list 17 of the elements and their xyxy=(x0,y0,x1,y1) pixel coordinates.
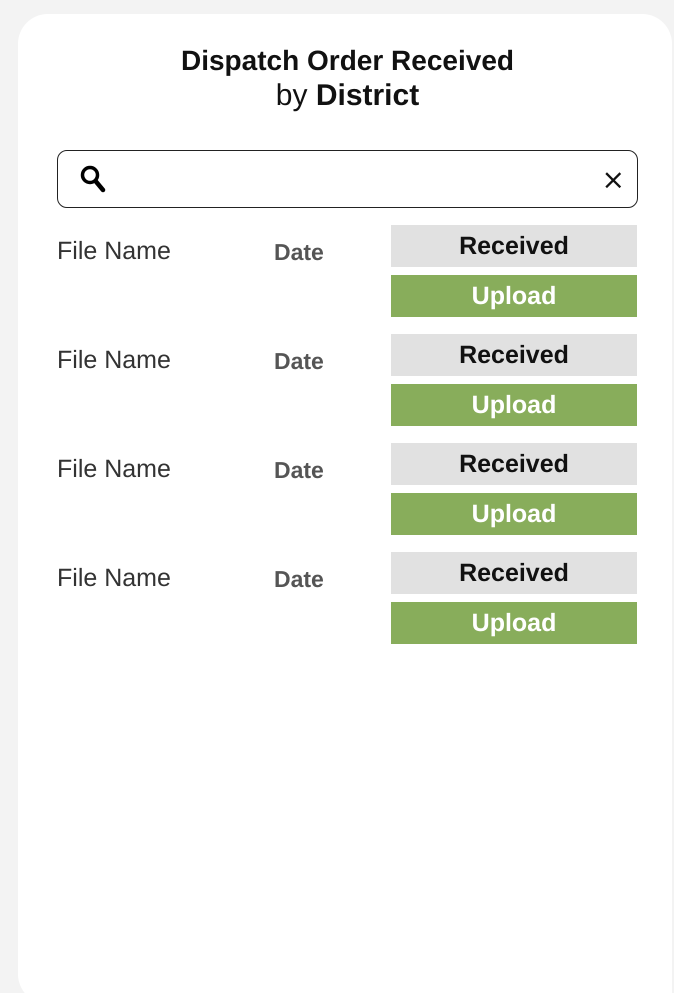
date-label: Date xyxy=(274,239,325,266)
file-name: File Name xyxy=(57,455,172,484)
received-button[interactable]: Received xyxy=(391,443,637,485)
file-name: File Name xyxy=(57,237,172,266)
page-title: Dispatch Order Received xyxy=(180,44,516,78)
received-button[interactable]: Received xyxy=(391,334,637,376)
clear-button[interactable]: × xyxy=(602,162,625,196)
file-name: File Name xyxy=(57,564,172,593)
received-button[interactable]: Received xyxy=(391,552,637,594)
search-field[interactable]: × xyxy=(57,150,638,208)
file-name: File Name xyxy=(57,346,172,375)
date-label: Date xyxy=(274,457,325,484)
received-button[interactable]: Received xyxy=(391,225,637,267)
page-subtitle: by District xyxy=(274,78,420,114)
date-label: Date xyxy=(274,348,325,375)
date-label: Date xyxy=(274,566,325,593)
search-icon xyxy=(80,165,106,193)
